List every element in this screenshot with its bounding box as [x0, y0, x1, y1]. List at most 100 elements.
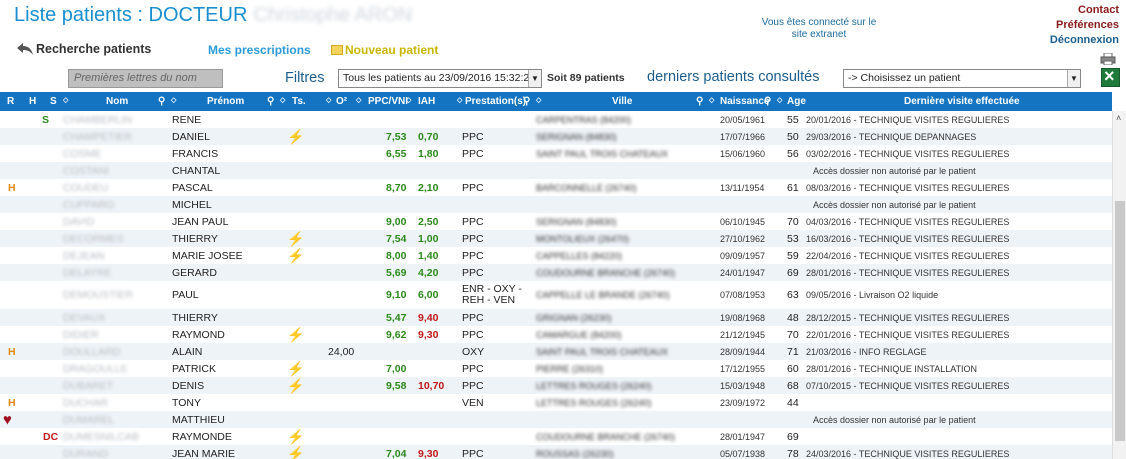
col-h[interactable]: H	[29, 96, 36, 107]
patient-prenom[interactable]: DANIEL	[172, 131, 210, 143]
patient-prenom[interactable]: MICHEL	[172, 199, 212, 211]
patient-nom[interactable]: DEJEAN	[63, 250, 104, 262]
patient-prenom[interactable]: MARIE JOSEE	[172, 250, 243, 262]
col-iah[interactable]: IAH	[418, 96, 435, 107]
table-row[interactable]: DC DUMESNILCAB RAYMONDE ⚡ COUDOURNE BRANCHE …	[0, 428, 1112, 445]
col-naissance[interactable]: Naissance	[720, 96, 769, 107]
patient-nom[interactable]: CHAMPETIER	[63, 131, 132, 143]
patient-nom[interactable]: COSME	[63, 148, 102, 160]
table-row[interactable]: DEVAUX THIERRY 5,47 9,40 PPC GRIGNAN (26230) 1…	[0, 309, 1112, 326]
patient-nom[interactable]: COSTANI	[63, 165, 109, 177]
col-o2[interactable]: O²	[336, 96, 347, 107]
table-row[interactable]: DURAND JEAN MARIE ⚡ 7,04 9,30 PPC ROUSSAS (262…	[0, 445, 1112, 459]
table-row[interactable]: H DUCHAR TONY VEN LETTRES ROUGES (26240) 23/0…	[0, 394, 1112, 411]
col-prestations[interactable]: Prestation(s)	[465, 96, 526, 107]
patient-prenom[interactable]: ALAIN	[172, 346, 202, 358]
recent-patients-select[interactable]: -> Choisissez un patient ▼	[843, 69, 1081, 88]
sort-icon[interactable]: ◇	[170, 96, 176, 107]
table-row[interactable]: S CHAMBERLIN RENE CARPENTRAS (84200) 20/05/1…	[0, 111, 1112, 128]
patient-nom[interactable]: DOULLARD	[63, 346, 120, 358]
table-row[interactable]: DEJEAN MARIE JOSEE ⚡ 8,00 1,40 PPC CAPPELLES (…	[0, 247, 1112, 264]
printer-icon[interactable]	[1100, 53, 1116, 65]
patient-prenom[interactable]: TONY	[172, 397, 201, 409]
patient-prenom[interactable]: GERARD	[172, 267, 217, 279]
table-row[interactable]: H COUDEU PASCAL 8,70 2,10 PPC BARCONNELLE (267…	[0, 179, 1112, 196]
col-ppc[interactable]: PPC/VNI	[368, 96, 408, 107]
patient-nom[interactable]: CUPPARO	[63, 199, 114, 211]
patient-prenom[interactable]: PAUL	[172, 289, 199, 301]
col-derniere-visite[interactable]: Dernière visite effectuée	[904, 96, 1020, 107]
table-row[interactable]: COSTANI CHANTAL Accès dossier non autorisé…	[0, 162, 1112, 179]
col-ville[interactable]: Ville	[612, 96, 632, 107]
patient-prenom[interactable]: FRANCIS	[172, 148, 218, 160]
patient-nom[interactable]: DEMOUSTIER	[63, 289, 133, 301]
table-row[interactable]: DRAGOULLE PATRICK ⚡ 7,00 PPC PIERRE (26310) 17…	[0, 360, 1112, 377]
col-r[interactable]: R	[7, 96, 14, 107]
patient-prenom[interactable]: RAYMONDE	[172, 431, 232, 443]
preferences-link[interactable]: Préférences	[1050, 18, 1119, 33]
patient-prenom[interactable]: JEAN PAUL	[172, 216, 228, 228]
sort-icon[interactable]: ◇	[325, 96, 331, 107]
patient-nom[interactable]: DUBARET	[63, 380, 113, 392]
table-row[interactable]: DELAYRE GERARD 5,69 4,20 PPC COUDOURNE BRANCH…	[0, 264, 1112, 281]
col-age[interactable]: Age	[787, 96, 806, 107]
patient-nom[interactable]: CHAMBERLIN	[63, 114, 132, 126]
scrollbar-thumb[interactable]	[1115, 201, 1125, 441]
patient-nom[interactable]: DEVAUX	[63, 312, 105, 324]
patient-prenom[interactable]: PASCAL	[172, 182, 213, 194]
back-to-search-link[interactable]: Recherche patients	[16, 42, 151, 56]
patient-nom[interactable]: DURAND	[63, 448, 108, 459]
sort-icon[interactable]: ◇	[708, 96, 714, 107]
search-icon[interactable]: ⚲	[267, 96, 274, 107]
table-row[interactable]: DAVID JEAN PAUL 9,00 2,50 PPC SERIGNAN (84830…	[0, 213, 1112, 230]
patient-prenom[interactable]: CHANTAL	[172, 165, 220, 177]
contact-link[interactable]: Contact	[1050, 3, 1119, 18]
patient-nom[interactable]: DELAYRE	[63, 267, 111, 279]
logout-link[interactable]: Déconnexion	[1050, 33, 1119, 48]
sort-icon[interactable]: ◇	[62, 96, 68, 107]
col-prenom[interactable]: Prénom	[207, 96, 244, 107]
table-row[interactable]: CHAMPETIER DANIEL ⚡ 7,53 0,70 PPC SERIGNAN (84…	[0, 128, 1112, 145]
excel-export-icon[interactable]	[1101, 66, 1120, 87]
table-row[interactable]: DECORMES THIERRY ⚡ 7,54 1,00 PPC MONTOLIEUX (2…	[0, 230, 1112, 247]
sort-icon[interactable]: ◇	[405, 96, 411, 107]
patient-prenom[interactable]: JEAN MARIE	[172, 448, 235, 459]
search-icon[interactable]: ⚲	[764, 96, 771, 107]
table-row[interactable]: H DOULLARD ALAIN 24,00 OXY SAINT PAUL TROIS C…	[0, 343, 1112, 360]
patient-nom[interactable]: DIDIER	[63, 329, 99, 341]
table-row[interactable]: DEMOUSTIER PAUL 9,10 6,00 ENR - OXY - REH - …	[0, 281, 1112, 309]
patient-nom[interactable]: DUMESNILCAB	[63, 431, 139, 443]
patient-nom[interactable]: DUCHAR	[63, 397, 108, 409]
table-row[interactable]: DIDIER RAYMOND ⚡ 9,62 9,30 PPC CAMARGUE (84200…	[0, 326, 1112, 343]
scroll-up-icon[interactable]: ˄	[1116, 113, 1121, 123]
search-icon[interactable]: ⚲	[158, 96, 165, 107]
table-row[interactable]: CUPPARO MICHEL Accès dossier non autorisé …	[0, 196, 1112, 213]
patient-nom[interactable]: DAVID	[63, 216, 94, 228]
sort-icon[interactable]: ◇	[776, 96, 782, 107]
patient-prenom[interactable]: RENE	[172, 114, 201, 126]
table-row[interactable]: ♥ DUMAREL MATTHIEU Accès dossier non autori…	[0, 411, 1112, 428]
search-icon[interactable]: ⚲	[696, 96, 703, 107]
new-patient-link[interactable]: Nouveau patient	[331, 43, 438, 57]
search-input[interactable]: Premières lettres du nom	[68, 69, 223, 88]
patient-prenom[interactable]: THIERRY	[172, 312, 218, 324]
sort-icon[interactable]: ◇	[456, 96, 462, 107]
patient-nom[interactable]: DRAGOULLE	[63, 363, 128, 375]
patient-prenom[interactable]: RAYMOND	[172, 329, 225, 341]
patient-nom[interactable]: DUMAREL	[63, 414, 114, 426]
patient-nom[interactable]: DECORMES	[63, 233, 124, 245]
scrollbar[interactable]: ˄	[1112, 111, 1126, 459]
patient-nom[interactable]: COUDEU	[63, 182, 109, 194]
table-row[interactable]: DUBARET DENIS ⚡ 9,58 10,70 PPC LETTRES ROUGES …	[0, 377, 1112, 394]
col-nom[interactable]: Nom	[106, 96, 128, 107]
sort-icon[interactable]: ◇	[279, 96, 285, 107]
search-icon[interactable]: ⚲	[523, 96, 530, 107]
table-row[interactable]: COSME FRANCIS 6,55 1,80 PPC SAINT PAUL TROIS …	[0, 145, 1112, 162]
patient-prenom[interactable]: PATRICK	[172, 363, 216, 375]
sort-icon[interactable]: ◇	[535, 96, 541, 107]
sort-icon[interactable]: ◇	[355, 96, 361, 107]
col-s[interactable]: S	[50, 96, 57, 107]
patient-prenom[interactable]: DENIS	[172, 380, 204, 392]
prescriptions-link[interactable]: Mes prescriptions	[208, 43, 311, 57]
col-ts[interactable]: Ts.	[292, 96, 306, 107]
